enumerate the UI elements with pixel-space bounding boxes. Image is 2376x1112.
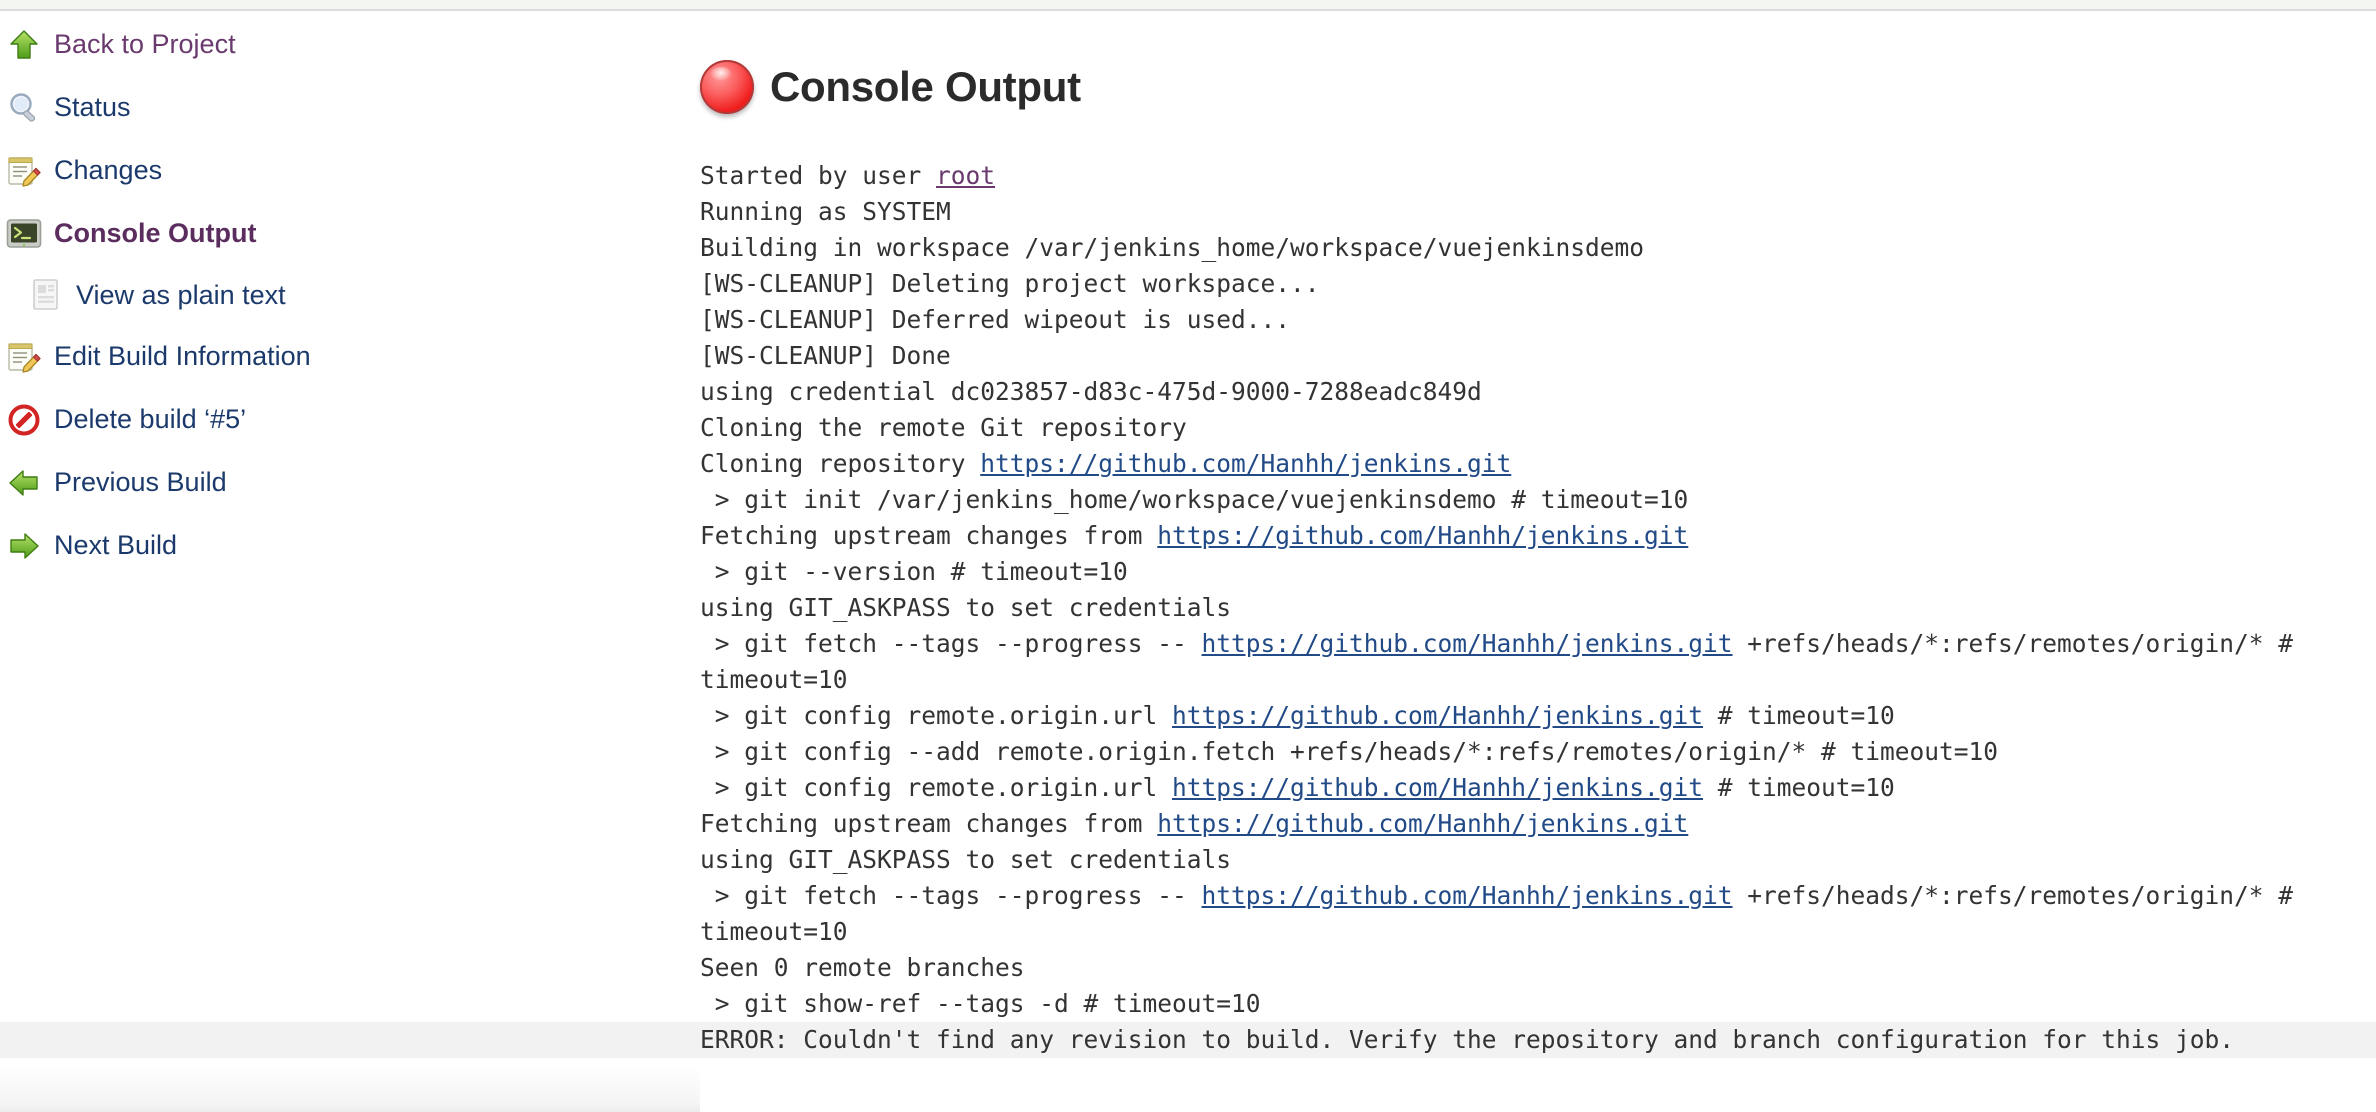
console-log: Started by user root Running as SYSTEM Bui…	[0, 158, 2376, 1058]
console-link[interactable]: https://github.com/Hanhh/jenkins.git	[1157, 809, 1688, 838]
console-text: Cloning the remote Git repository	[700, 413, 1187, 442]
sidebar-item-delete-build-5[interactable]: Delete build ‘#5’	[0, 388, 700, 451]
sidebar-item-console-output[interactable]: Console Output	[0, 202, 700, 265]
arrow-left-icon	[6, 465, 42, 501]
console-text: > git --version # timeout=10	[700, 557, 1128, 586]
console-link[interactable]: https://github.com/Hanhh/jenkins.git	[980, 449, 1511, 478]
console-line: Building in workspace /var/jenkins_home/…	[700, 230, 2376, 266]
page-title: Console Output	[770, 63, 1081, 110]
sidebar-item-edit-build-information[interactable]: Edit Build Information	[0, 325, 700, 388]
console-text: Cloning repository	[700, 449, 981, 478]
console-text: # timeout=10	[1703, 773, 1895, 802]
notepad-edit-icon	[6, 339, 42, 375]
console-line: using GIT_ASKPASS to set credentials	[700, 842, 2376, 878]
console-link[interactable]: https://github.com/Hanhh/jenkins.git	[1172, 701, 1703, 730]
console-text: Fetching upstream changes from	[700, 521, 1158, 550]
sidebar-item-label: Status	[54, 92, 131, 122]
build-page: Back to Project Status Changes Console O…	[0, 13, 2376, 1112]
console-line: Running as SYSTEM	[700, 194, 2376, 230]
console-error-line: ERROR: Couldn't find any revision to bui…	[0, 1022, 2376, 1058]
build-sidebar: Back to Project Status Changes Console O…	[0, 13, 700, 577]
search-icon	[6, 90, 42, 126]
console-text: # timeout=10	[1703, 701, 1895, 730]
sidebar-item-next-build[interactable]: Next Build	[0, 514, 700, 577]
console-line: using credential dc023857-d83c-475d-9000…	[700, 374, 2376, 410]
console-line: Seen 0 remote branches	[700, 950, 2376, 986]
console-text: ERROR: Couldn't find any revision to bui…	[700, 1025, 2235, 1054]
sidebar-item-label: Previous Build	[54, 467, 227, 497]
console-link[interactable]: https://github.com/Hanhh/jenkins.git	[1172, 773, 1703, 802]
console-line: > git config --add remote.origin.fetch +…	[700, 734, 2376, 770]
page-top-band	[0, 0, 2376, 11]
console-line: [WS-CLEANUP] Deleting project workspace.…	[700, 266, 2376, 302]
notepad-edit-icon	[6, 153, 42, 189]
console-text: [WS-CLEANUP] Deferred wipeout is used...	[700, 305, 1291, 334]
console-line: Cloning the remote Git repository	[700, 410, 2376, 446]
console-link[interactable]: https://github.com/Hanhh/jenkins.git	[1157, 521, 1688, 550]
console-line: using GIT_ASKPASS to set credentials	[700, 590, 2376, 626]
console-text: +refs/heads/*:refs/remotes/origin/* #	[1732, 629, 2294, 658]
console-line: > git show-ref --tags -d # timeout=10	[700, 986, 2376, 1022]
sidebar-item-view-as-plain-text[interactable]: View as plain text	[0, 265, 700, 325]
console-text: Started by user	[700, 161, 937, 190]
console-line: Started by user root	[700, 158, 2376, 194]
sidebar-item-label: Back to Project	[54, 29, 236, 59]
console-output-header: Console Output	[700, 13, 2376, 123]
console-text: using GIT_ASKPASS to set credentials	[700, 593, 1232, 622]
console-text: using credential dc023857-d83c-475d-9000…	[700, 377, 1482, 406]
console-text: timeout=10	[700, 665, 848, 694]
sidebar-item-previous-build[interactable]: Previous Build	[0, 451, 700, 514]
console-link[interactable]: root	[936, 161, 995, 190]
arrow-up-icon	[6, 27, 42, 63]
sidebar-item-label: Delete build ‘#5’	[54, 404, 247, 434]
console-text: > git config --add remote.origin.fetch +…	[700, 737, 1999, 766]
console-link[interactable]: https://github.com/Hanhh/jenkins.git	[1202, 881, 1733, 910]
console-text: [WS-CLEANUP] Done	[700, 341, 951, 370]
console-text: > git init /var/jenkins_home/workspace/v…	[700, 485, 1689, 514]
console-line: > git config remote.origin.url https://g…	[700, 698, 2376, 734]
console-line: Cloning repository https://github.com/Ha…	[700, 446, 2376, 482]
console-text: > git config remote.origin.url	[700, 773, 1173, 802]
sidebar-item-label: View as plain text	[76, 279, 286, 310]
sidebar-item-changes[interactable]: Changes	[0, 139, 700, 202]
console-line: [WS-CLEANUP] Done	[700, 338, 2376, 374]
console-text: timeout=10	[700, 917, 848, 946]
console-text: > git fetch --tags --progress --	[700, 629, 1202, 658]
console-text: using GIT_ASKPASS to set credentials	[700, 845, 1232, 874]
console-text: > git config remote.origin.url	[700, 701, 1173, 730]
console-line: timeout=10	[700, 662, 2376, 698]
console-text: Fetching upstream changes from	[700, 809, 1158, 838]
document-icon	[30, 277, 62, 313]
console-line: > git --version # timeout=10	[700, 554, 2376, 590]
sidebar-item-label: Changes	[54, 155, 163, 185]
console-text: > git show-ref --tags -d # timeout=10	[700, 989, 1261, 1018]
sidebar-bottom-fade	[0, 1066, 700, 1112]
console-text: Seen 0 remote branches	[700, 953, 1025, 982]
console-link[interactable]: https://github.com/Hanhh/jenkins.git	[1202, 629, 1733, 658]
sidebar-item-label: Console Output	[54, 218, 257, 248]
console-line: > git fetch --tags --progress -- https:/…	[700, 626, 2376, 662]
console-text: +refs/heads/*:refs/remotes/origin/* #	[1732, 881, 2294, 910]
console-text: Running as SYSTEM	[700, 197, 951, 226]
console-line: > git fetch --tags --progress -- https:/…	[700, 878, 2376, 914]
console-text: > git fetch --tags --progress --	[700, 881, 1202, 910]
console-line: > git init /var/jenkins_home/workspace/v…	[700, 482, 2376, 518]
console-text: [WS-CLEANUP] Deleting project workspace.…	[700, 269, 1320, 298]
sidebar-item-label: Edit Build Information	[54, 341, 311, 371]
terminal-icon	[6, 216, 42, 252]
main-content: Console Output Started by user root Runni…	[0, 13, 2376, 1058]
console-line: > git config remote.origin.url https://g…	[700, 770, 2376, 806]
console-line: Fetching upstream changes from https://g…	[700, 518, 2376, 554]
no-entry-icon	[6, 402, 42, 438]
console-text: Building in workspace /var/jenkins_home/…	[700, 233, 1645, 262]
console-line: [WS-CLEANUP] Deferred wipeout is used...	[700, 302, 2376, 338]
sidebar-item-status[interactable]: Status	[0, 76, 700, 139]
sidebar-item-label: Next Build	[54, 530, 178, 560]
console-line: timeout=10	[700, 914, 2376, 950]
console-line: Fetching upstream changes from https://g…	[700, 806, 2376, 842]
sidebar-item-back-to-project[interactable]: Back to Project	[0, 13, 700, 76]
arrow-right-icon	[6, 528, 42, 564]
red-ball-failed-icon	[700, 60, 754, 114]
